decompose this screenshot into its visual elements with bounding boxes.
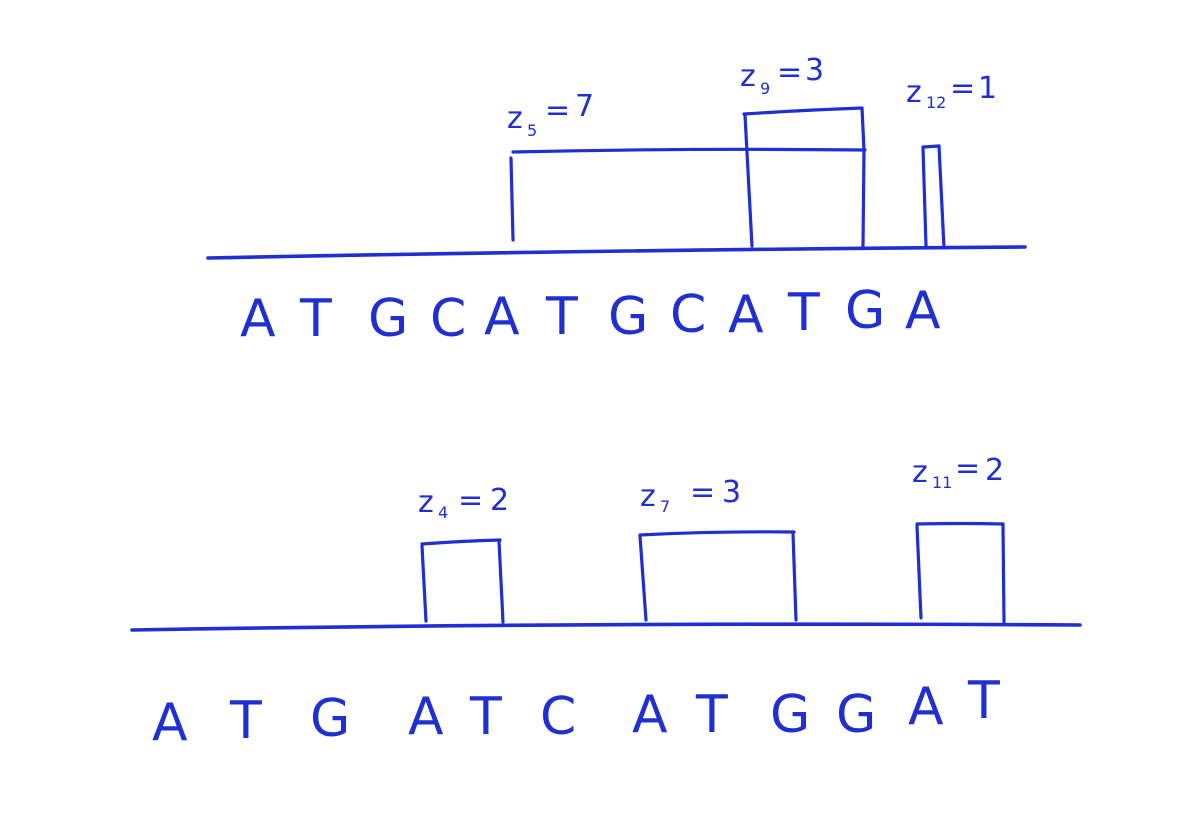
- bottom-base-5: T: [469, 687, 502, 747]
- z7-letter: z: [640, 479, 656, 514]
- top-base-5: A: [484, 287, 520, 347]
- top-box-z12: [921, 144, 946, 250]
- bottom-diagram: z 4 = 2 z 7 = 3 z 11 = 2 A T G A T C A T…: [130, 451, 1082, 753]
- z7-equals: =: [690, 475, 715, 510]
- z5-value: 7: [575, 89, 594, 124]
- z4-subscript: 4: [438, 503, 448, 522]
- bottom-base-3: G: [310, 689, 350, 749]
- bottom-box-z7: [638, 530, 798, 622]
- bottom-base-2: T: [229, 691, 262, 751]
- top-base-12: A: [905, 281, 941, 341]
- bottom-base-4: A: [408, 687, 444, 747]
- top-base-9: A: [728, 285, 764, 345]
- z4-equals: =: [458, 483, 483, 518]
- bottom-base-9: G: [770, 685, 810, 745]
- z9-letter: z: [740, 59, 756, 94]
- top-box-z9: [742, 106, 866, 248]
- z5-equals: =: [545, 93, 570, 128]
- z5-letter: z: [507, 101, 523, 136]
- z4-value: 2: [490, 483, 509, 518]
- z9-value: 3: [805, 53, 824, 88]
- z12-letter: z: [906, 75, 922, 110]
- top-label-z12: z 12 = 1: [906, 71, 997, 112]
- z7-subscript: 7: [660, 497, 670, 516]
- top-base-8: C: [670, 285, 706, 345]
- top-base-6: T: [545, 287, 578, 347]
- z12-equals: =: [950, 71, 975, 106]
- bottom-base-7: A: [632, 685, 668, 745]
- z12-value: 1: [978, 71, 997, 106]
- z11-subscript: 11: [932, 473, 952, 492]
- top-base-3: G: [368, 289, 408, 349]
- bottom-baseline: [130, 622, 1082, 632]
- top-base-10: T: [787, 283, 820, 343]
- z9-subscript: 9: [760, 79, 770, 98]
- top-base-2: T: [299, 289, 332, 349]
- top-base-7: G: [608, 287, 648, 347]
- z11-equals: =: [955, 451, 980, 486]
- z7-value: 3: [722, 475, 741, 510]
- z5-subscript: 5: [527, 121, 537, 140]
- bottom-base-12: T: [967, 671, 1000, 731]
- top-sequence: A T G C A T G C A T G A: [240, 281, 941, 349]
- bottom-label-z7: z 7 = 3: [640, 475, 741, 516]
- bottom-base-1: A: [152, 693, 188, 753]
- bottom-box-z11: [915, 521, 1006, 624]
- top-base-4: C: [430, 289, 466, 349]
- z-box-diagram: z 5 = 7 z 9 = 3 z 12 = 1 A T G C A T G C…: [130, 53, 1082, 753]
- bottom-base-6: C: [540, 687, 576, 747]
- top-label-z9: z 9 = 3: [740, 53, 824, 98]
- z11-value: 2: [985, 453, 1004, 488]
- top-label-z5: z 5 = 7: [507, 89, 594, 140]
- z4-letter: z: [418, 485, 434, 520]
- top-baseline: [206, 245, 1027, 260]
- top-diagram: z 5 = 7 z 9 = 3 z 12 = 1 A T G C A T G C…: [206, 53, 1027, 349]
- bottom-base-11: A: [908, 677, 944, 737]
- bottom-label-z11: z 11 = 2: [912, 451, 1004, 492]
- bottom-sequence: A T G A T C A T G G A T: [152, 671, 1000, 753]
- top-base-1: A: [240, 289, 276, 349]
- z11-letter: z: [912, 455, 928, 490]
- bottom-base-10: G: [836, 685, 876, 745]
- top-box-z5: [509, 147, 867, 248]
- bottom-label-z4: z 4 = 2: [418, 483, 509, 522]
- z9-equals: =: [777, 55, 802, 90]
- z12-subscript: 12: [926, 93, 946, 112]
- bottom-base-8: T: [695, 685, 728, 745]
- bottom-box-z4: [420, 538, 505, 624]
- top-base-11: G: [845, 281, 885, 341]
